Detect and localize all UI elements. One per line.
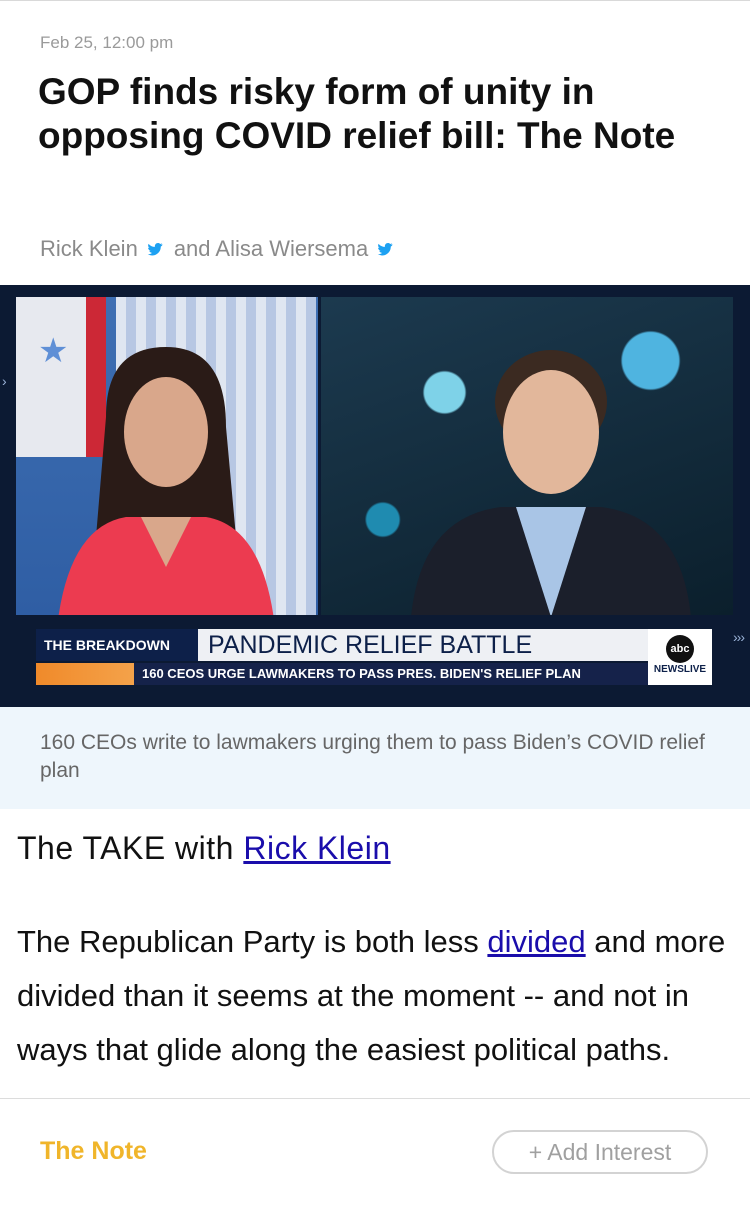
twitter-icon[interactable]: [376, 240, 394, 258]
top-divider: [0, 0, 750, 1]
guest-image: [411, 350, 691, 615]
add-interest-button[interactable]: + Add Interest: [492, 1130, 708, 1174]
body-text-start: The Republican Party is both less: [17, 924, 488, 959]
caption-text: 160 CEOs write to lawmakers urging them …: [40, 731, 705, 782]
section-link[interactable]: The Note: [40, 1137, 147, 1166]
abc-news-live-logo: abc NEWSLIVE: [648, 629, 712, 685]
article-title: GOP finds risky form of unity in opposin…: [38, 71, 676, 156]
video-caption: 160 CEOs write to lawmakers urging them …: [0, 707, 750, 809]
lower-third: THE BREAKDOWN PANDEMIC RELIEF BATTLE 160…: [36, 629, 712, 689]
chevron-right-icon: ›››: [733, 629, 745, 645]
twitter-icon[interactable]: [146, 240, 164, 258]
take-author-link[interactable]: Rick Klein: [243, 830, 390, 866]
divided-link[interactable]: divided: [487, 924, 585, 959]
chevron-left-icon: ›: [2, 373, 7, 389]
byline: Rick Klein and Alisa Wiersema: [40, 236, 404, 262]
breakdown-label: THE BREAKDOWN: [36, 629, 198, 661]
lower-third-headline: PANDEMIC RELIEF BATTLE: [208, 631, 533, 659]
footer-bar: The Note + Add Interest: [0, 1098, 750, 1207]
author-alisa-wiersema[interactable]: and Alisa Wiersema: [174, 236, 368, 262]
news-anchor-image: [58, 347, 274, 615]
lower-third-subheadline: 160 CEOS URGE LAWMAKERS TO PASS PRES. BI…: [142, 666, 581, 681]
article-date: Feb 25, 12:00 pm: [40, 33, 174, 52]
author-rick-klein[interactable]: Rick Klein: [40, 236, 138, 262]
article-body: The Republican Party is both less divide…: [17, 915, 737, 1077]
video-player[interactable]: › ★ THE BREAKDOWN PANDEMIC RELIEF BATTLE…: [0, 285, 750, 707]
take-heading: The TAKE with Rick Klein: [17, 830, 391, 867]
take-prefix: The TAKE with: [17, 830, 234, 866]
anchor-video-panel: ★: [16, 297, 318, 615]
guest-video-panel: [321, 297, 733, 615]
